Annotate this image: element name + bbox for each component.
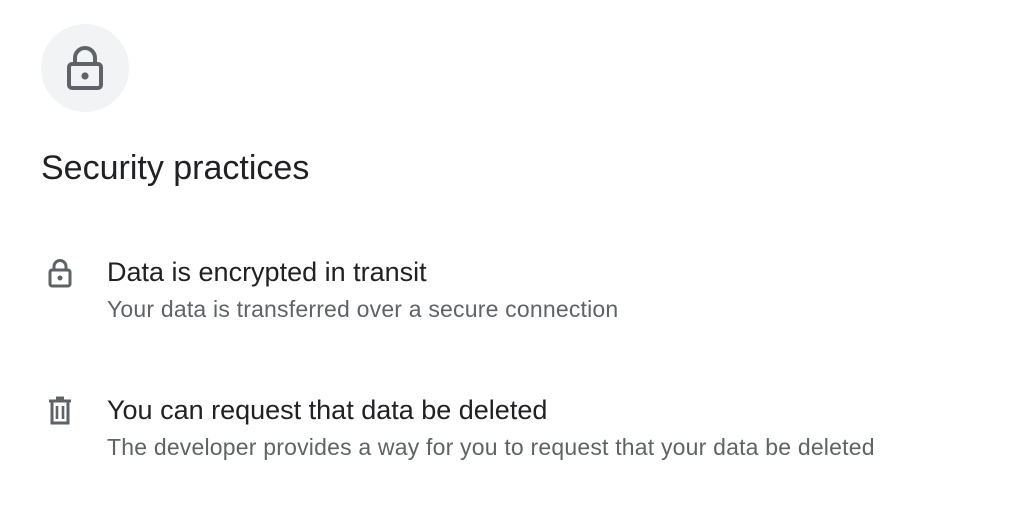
list-item-deletion: You can request that data be deleted The… — [0, 392, 1024, 482]
list-item-encryption: Data is encrypted in transit Your data i… — [0, 254, 1024, 344]
trash-icon — [44, 394, 76, 428]
lock-icon — [67, 46, 103, 90]
header-icon-circle — [41, 24, 129, 112]
page-title: Security practices — [41, 149, 310, 187]
item-title: Data is encrypted in transit — [107, 257, 427, 287]
item-description: The developer provides a way for you to … — [107, 434, 875, 460]
item-description: Your data is transferred over a secure c… — [107, 296, 619, 322]
lock-icon — [44, 256, 76, 290]
item-title: You can request that data be deleted — [107, 395, 548, 425]
